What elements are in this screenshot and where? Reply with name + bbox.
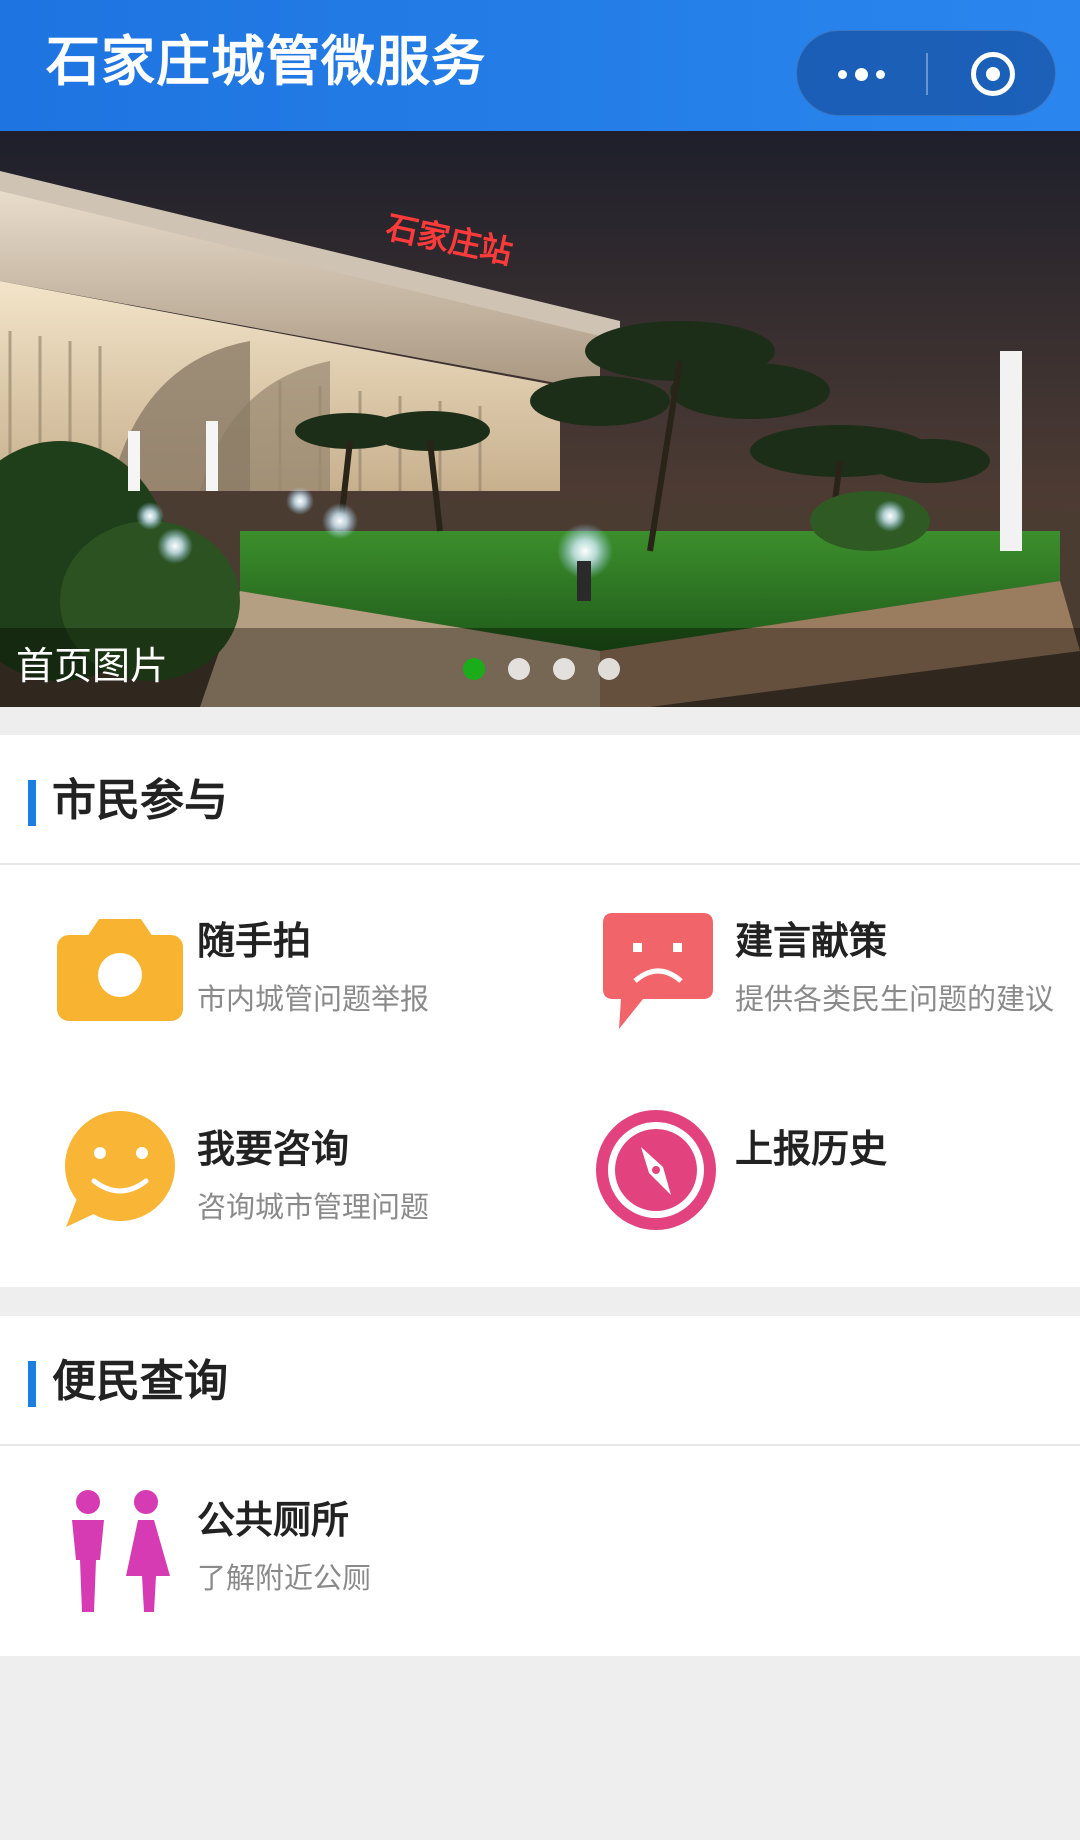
- item-title: 建言献策: [735, 919, 888, 963]
- banner-image: 石家庄站: [0, 131, 1080, 707]
- item-desc: 咨询城市管理问题: [197, 1190, 430, 1224]
- item-desc: 了解附近公厕: [197, 1561, 372, 1595]
- section-title: 便民查询: [52, 1356, 228, 1407]
- section-header: 便民查询: [0, 1316, 1080, 1446]
- more-dots-icon[interactable]: [797, 31, 926, 117]
- sad-chat-icon: [603, 913, 713, 1029]
- compass-icon: [596, 1110, 716, 1230]
- item-title: 随手拍: [197, 919, 312, 963]
- carousel-dot[interactable]: [508, 658, 530, 680]
- suggestion-item[interactable]: 建言献策 提供各类民生问题的建议: [540, 867, 1080, 1077]
- item-title: 我要咨询: [197, 1127, 350, 1171]
- citizen-section: 市民参与 随手拍 市内城管问题举报 建言献策 提供各类民生问题的建议 我要咨询 …: [0, 735, 1080, 1287]
- item-title: 上报历史: [735, 1127, 888, 1171]
- consult-item[interactable]: 我要咨询 咨询城市管理问题: [0, 1077, 540, 1287]
- app-title: 石家庄城管微服务: [46, 30, 486, 93]
- section-accent-bar: [28, 1361, 36, 1407]
- convenience-section: 便民查询 公共厕所 了解附近公厕: [0, 1316, 1080, 1656]
- smile-chat-icon: [65, 1111, 175, 1227]
- banner-caption: 首页图片: [16, 644, 169, 688]
- report-photo-item[interactable]: 随手拍 市内城管问题举报: [0, 867, 540, 1077]
- item-title: 公共厕所: [197, 1498, 350, 1542]
- banner-carousel[interactable]: 石家庄站 首页图片: [0, 131, 1080, 707]
- section-title: 市民参与: [52, 775, 228, 826]
- target-circle-icon[interactable]: [928, 31, 1057, 117]
- nav-header: 石家庄城管微服务: [0, 0, 1080, 131]
- section-header: 市民参与: [0, 735, 1080, 865]
- item-desc: 市内城管问题举报: [197, 982, 430, 1016]
- carousel-dot-active[interactable]: [463, 658, 485, 680]
- restroom-icon: [72, 1490, 170, 1612]
- public-toilet-item[interactable]: 公共厕所 了解附近公厕: [0, 1448, 540, 1656]
- carousel-dot[interactable]: [553, 658, 575, 680]
- capsule-menu: [796, 30, 1056, 116]
- section-accent-bar: [28, 780, 36, 826]
- report-history-item[interactable]: 上报历史: [540, 1077, 1080, 1287]
- carousel-dot[interactable]: [598, 658, 620, 680]
- camera-icon: [57, 919, 183, 1021]
- item-desc: 提供各类民生问题的建议: [735, 982, 1055, 1016]
